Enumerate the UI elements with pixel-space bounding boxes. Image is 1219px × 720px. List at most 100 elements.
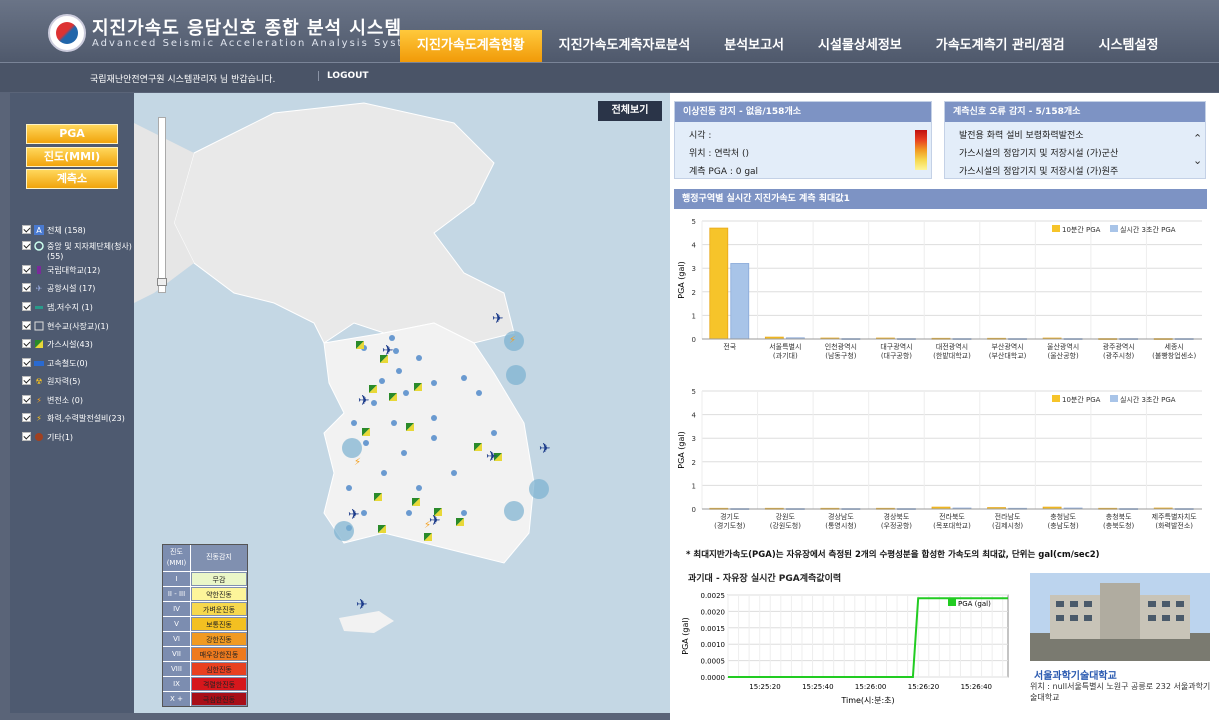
government-marker	[379, 378, 385, 384]
checkbox[interactable]	[22, 339, 31, 348]
category-label: (충남도청)	[1047, 521, 1078, 530]
government-marker	[461, 510, 467, 516]
government-marker	[476, 390, 482, 396]
scroll-down-icon[interactable]: ⌄	[1193, 154, 1202, 167]
checkbox[interactable]	[22, 376, 31, 385]
tab-sensor-management[interactable]: 가속도계측기 관리/점검	[919, 30, 1082, 62]
government-marker	[451, 470, 457, 476]
sensor-halo	[342, 438, 362, 458]
legend-row: IV 가벼운진동	[163, 601, 247, 616]
category-label: (우정공항)	[881, 521, 912, 530]
government-marker	[431, 380, 437, 386]
tab-reports[interactable]: 분석보고서	[707, 30, 801, 62]
error-item[interactable]: 발전용 화력 설비 보령화력발전소	[959, 128, 1084, 141]
y-tick-label: 5	[692, 388, 696, 396]
logo-icon	[48, 14, 86, 52]
logout-link[interactable]: LOGOUT	[318, 71, 369, 81]
mode-pga-button[interactable]: PGA	[26, 124, 118, 144]
airplane-icon: ✈	[486, 449, 498, 465]
legend-label: 강한진동	[192, 633, 246, 645]
legend-level: VII	[163, 647, 191, 661]
pga-note: * 최대지반가속도(PGA)는 자유장에서 측정된 2개의 수평성분을 합성한 …	[686, 550, 1100, 560]
layer-item-nuclear[interactable]: ☢ 원자력(5)	[22, 376, 134, 387]
welcome-text: 국립재난안전연구원 시스템관리자 님 반갑습니다.	[90, 75, 276, 85]
main-nav: 지진가속도계측현황 지진가속도계측자료분석 분석보고서 시설물상세정보 가속도계…	[400, 30, 1175, 62]
layer-item-other[interactable]: 기타(1)	[22, 432, 134, 443]
layer-item-government[interactable]: 중앙 및 지자체단체(청사) (55)	[22, 241, 134, 261]
category-label: (김제시청)	[992, 522, 1023, 530]
y-tick-label: 0.0005	[701, 658, 726, 666]
checkbox[interactable]	[22, 395, 31, 404]
y-tick-label: 4	[692, 242, 697, 250]
bar	[730, 263, 750, 340]
checkbox[interactable]	[22, 432, 31, 441]
full-view-button[interactable]: 전체보기	[598, 101, 662, 121]
government-marker	[361, 510, 367, 516]
legend-label: PGA (gal)	[958, 600, 991, 608]
y-tick-label: 0.0020	[701, 608, 726, 616]
layer-item-power-plant[interactable]: ⚡ 화력,수력발전설비(23)	[22, 413, 134, 424]
legend-swatch	[1052, 395, 1060, 402]
layer-item-university[interactable]: 국립대학교(12)	[22, 265, 134, 276]
checkbox[interactable]	[22, 358, 31, 367]
layer-item-all[interactable]: A 전체 (158)	[22, 225, 134, 236]
government-marker	[396, 368, 402, 374]
tab-facility-info[interactable]: 시설물상세정보	[801, 30, 919, 62]
category-label: 대구광역시	[880, 342, 912, 351]
checkbox[interactable]	[22, 241, 31, 250]
legend-label: 실시간 3초간 PGA	[1120, 395, 1176, 404]
checkbox[interactable]	[22, 283, 31, 292]
layer-item-bridge[interactable]: 현수교(사장교)(1)	[22, 321, 134, 332]
error-item[interactable]: 가스시설의 정압기지 및 저장시설 (가)군산	[959, 146, 1118, 159]
signal-error-panel: 계측신호 오류 감지 - 5/158개소 발전용 화력 설비 보령화력발전소 가…	[944, 101, 1206, 179]
tab-monitoring[interactable]: 지진가속도계측현황	[400, 30, 542, 62]
zoom-handle[interactable]	[157, 278, 167, 286]
layer-item-airport[interactable]: ✈ 공항시설 (17)	[22, 283, 134, 294]
category-label: 강원도	[776, 512, 796, 521]
government-circle-icon	[34, 241, 44, 251]
government-marker	[381, 470, 387, 476]
info-panel: 이상진동 감지 - 없음/158개소 시각 : 위치 : 연락처 () 계측 P…	[670, 93, 1219, 720]
category-label: 전라북도	[939, 512, 965, 521]
legend-level: V	[163, 617, 191, 631]
legend-rows: I 무감 II - III 약한진동 IV 가벼운진동 V 보통진동 VI 강한진동 VII 매우강한…	[163, 571, 247, 706]
mode-mmi-button[interactable]: 진도(MMI)	[26, 147, 118, 167]
checkbox[interactable]	[22, 265, 31, 274]
pga-history-chart: 0.0000 0.0005 0.0010 0.0015 0.0020 0.0025 15:2…	[681, 592, 1009, 705]
error-item[interactable]: 가스시설의 정압기지 및 저장시설 (가)원주	[959, 164, 1118, 177]
category-label: (과기대)	[773, 351, 798, 360]
checkbox[interactable]	[22, 225, 31, 234]
category-label: (대구공항)	[881, 351, 912, 360]
checkbox[interactable]	[22, 413, 31, 422]
mode-station-button[interactable]: 계측소	[26, 169, 118, 189]
layer-item-train[interactable]: 고속철도(0)	[22, 358, 134, 369]
legend-row: IX 격렬한진동	[163, 676, 247, 691]
legend-label: 약한진동	[192, 588, 246, 600]
y-tick-label: 2	[692, 289, 696, 297]
y-tick-label: 0	[692, 336, 696, 344]
station-photo	[1030, 573, 1210, 661]
legend-label: 무감	[192, 573, 246, 585]
tab-data-analysis[interactable]: 지진가속도계측자료분석	[542, 30, 708, 62]
zoom-slider[interactable]	[157, 117, 167, 293]
x-tick-label: 15:26:40	[961, 683, 992, 691]
y-tick-label: 4	[692, 412, 697, 420]
legend-label: 격렬한진동	[192, 678, 246, 690]
government-marker	[406, 510, 412, 516]
vibration-alert-panel: 이상진동 감지 - 없음/158개소 시각 : 위치 : 연락처 () 계측 P…	[674, 101, 932, 179]
scroll-up-icon[interactable]: ⌃	[1193, 132, 1202, 145]
x-axis-label: Time(시:분:초)	[840, 696, 894, 705]
category-label: (남동구청)	[825, 351, 856, 360]
checkbox[interactable]	[22, 321, 31, 330]
map-view[interactable]: ✈ ✈ ✈ ✈ ✈ ✈ ✈ ✈ ⚡ ⚡ ⚡ 전체보기 진도 (MMI) 진동감지 I 무감 II - I…	[134, 93, 670, 713]
history-title: 과기대 - 자유장 실시간 PGA계측값이력	[688, 574, 842, 584]
tab-system-settings[interactable]: 시스템설정	[1082, 30, 1176, 62]
layer-item-gas[interactable]: 가스시설(43)	[22, 339, 134, 350]
legend-label: 가벼운진동	[192, 603, 246, 615]
y-axis-label: PGA (gal)	[681, 617, 690, 654]
legend-level: I	[163, 572, 191, 586]
checkbox[interactable]	[22, 302, 31, 311]
government-marker	[461, 375, 467, 381]
layer-item-substation[interactable]: ⚡ 변전소 (0)	[22, 395, 134, 406]
layer-item-dam[interactable]: 댐,저수지 (1)	[22, 302, 134, 313]
